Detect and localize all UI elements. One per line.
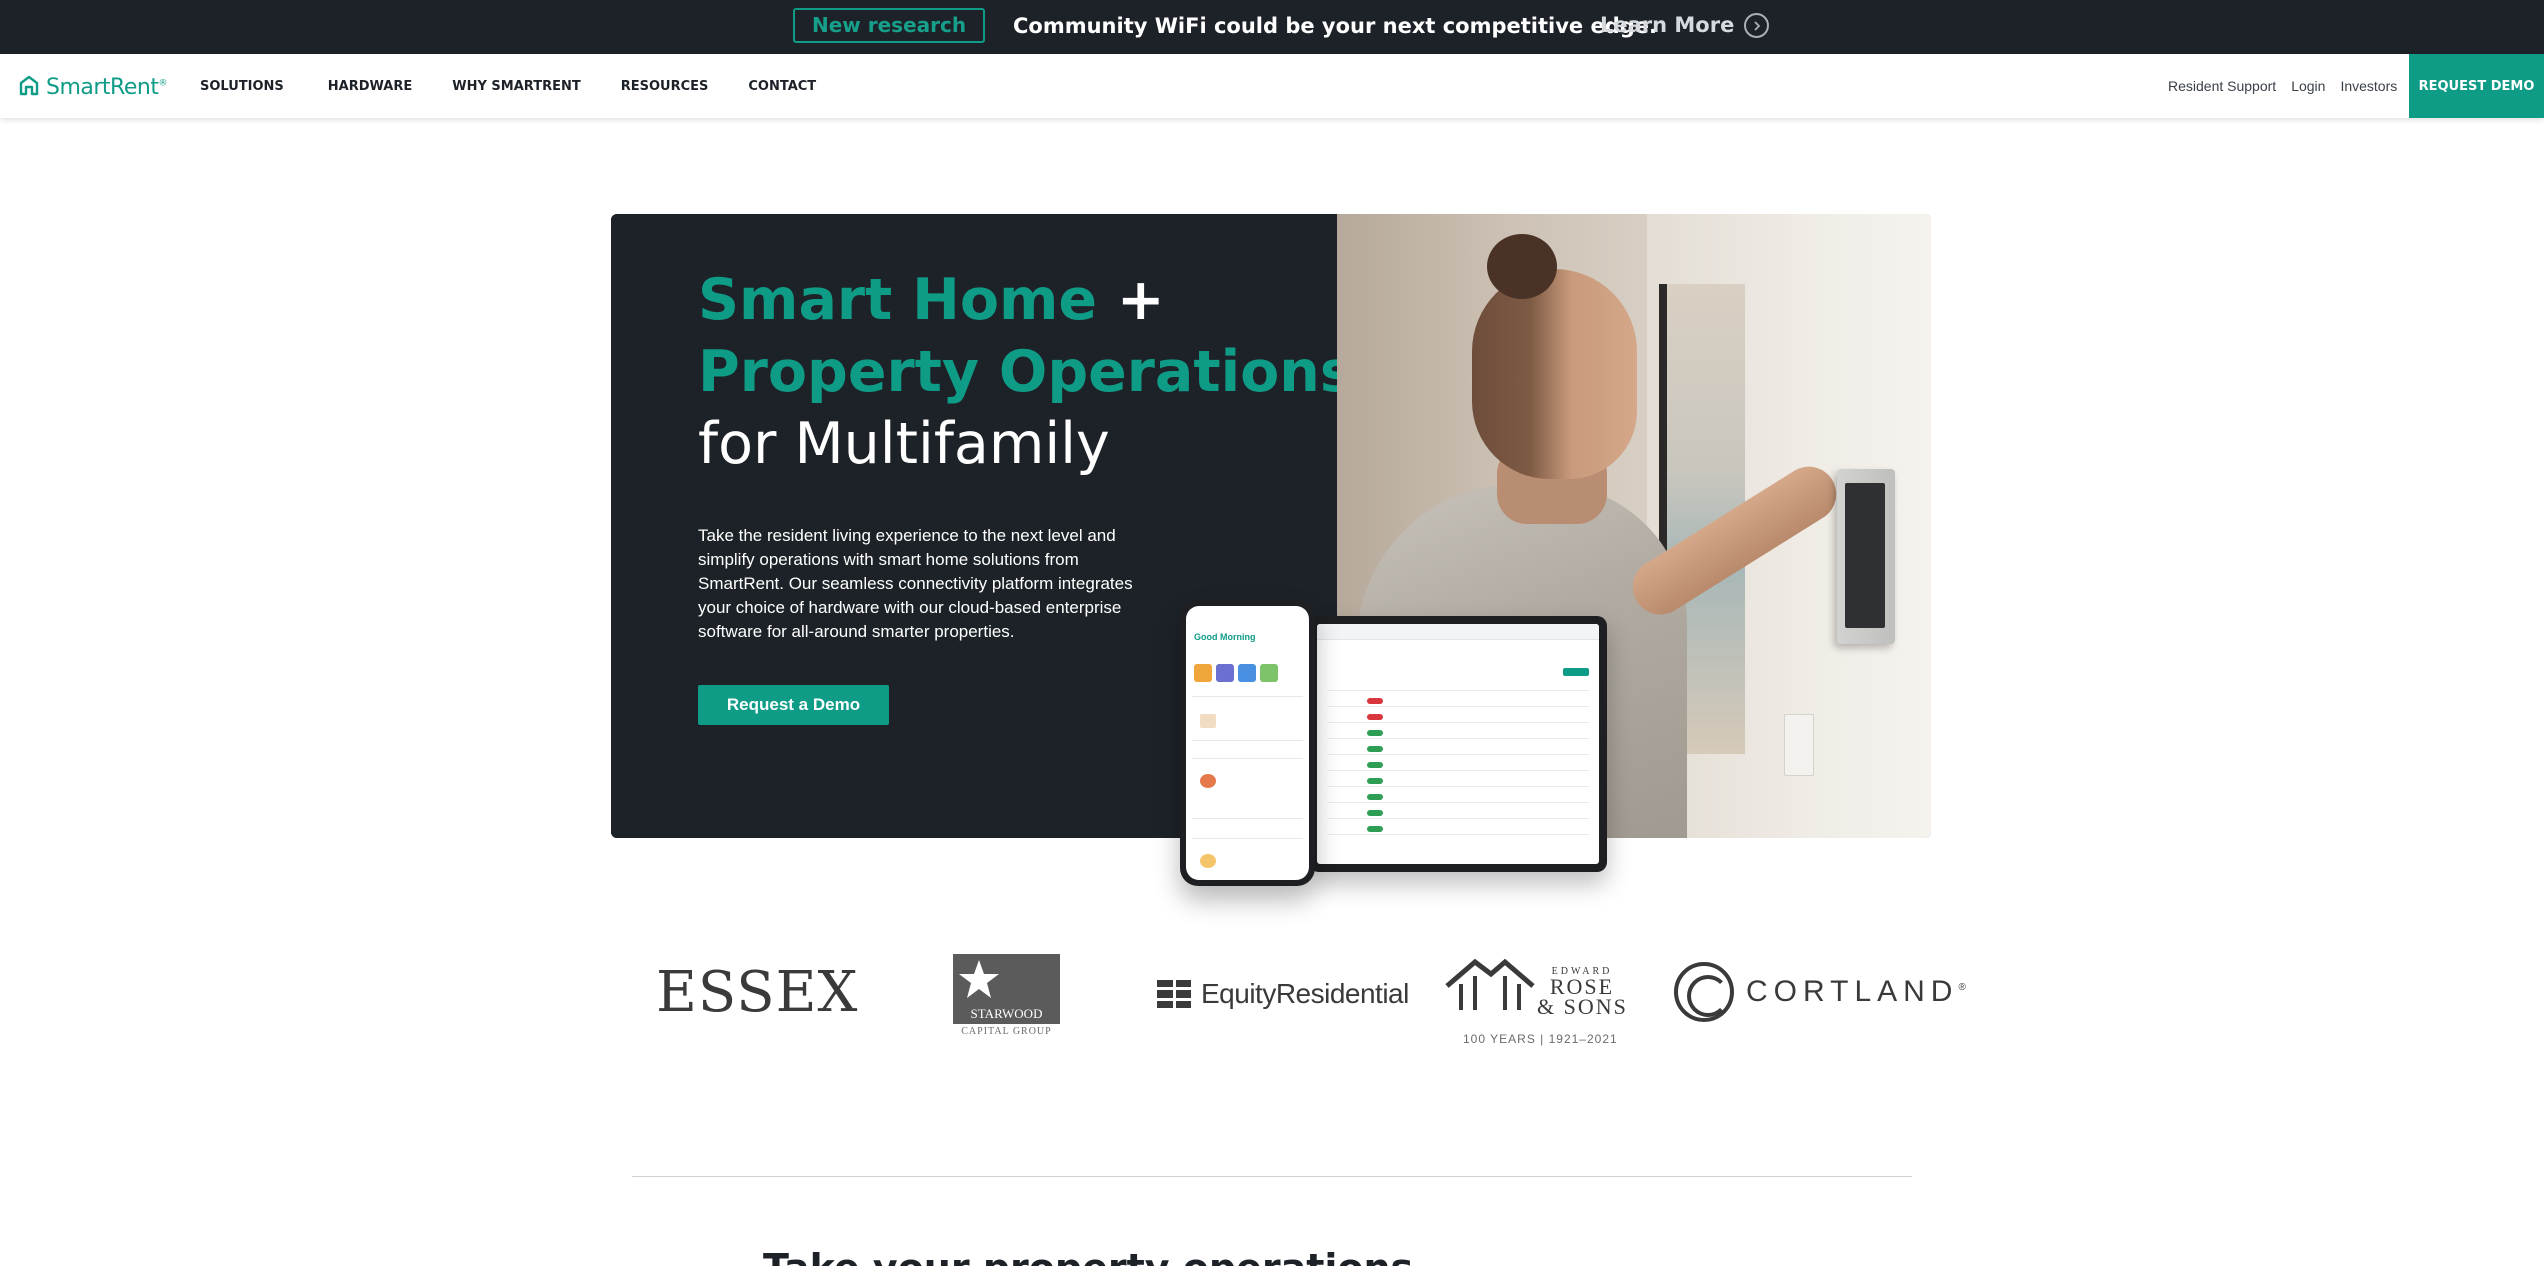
cortland-ring-icon [1674, 962, 1734, 1022]
nav-hardware[interactable]: HARDWARE [328, 79, 412, 94]
edward-rose-logo: EDWARD ROSE & SONS 100 YEARS | 1921–2021 [1445, 954, 1630, 1046]
nav-why-smartrent[interactable]: WHY SMARTRENT [452, 79, 580, 94]
nav-solutions[interactable]: SOLUTIONS [200, 79, 284, 94]
laptop-mockup [1309, 616, 1607, 872]
chevron-right-icon [1744, 13, 1770, 38]
edward-rose-years: 100 YEARS | 1921–2021 [1463, 1032, 1618, 1046]
hero-request-demo-button[interactable]: Request a Demo [698, 685, 889, 725]
new-research-badge[interactable]: New research [793, 8, 986, 43]
photo-wall-outlet [1784, 714, 1814, 776]
cortland-text: CORTLAND [1746, 975, 1959, 1008]
cortland-registered-mark: ® [1958, 982, 1966, 993]
resident-support-link[interactable]: Resident Support [2168, 78, 2276, 94]
learn-more-link[interactable]: Learn More [1600, 12, 1770, 39]
cortland-logo: CORTLAND® [1674, 962, 1966, 1022]
starwood-logo: STARWOOD [953, 954, 1060, 1024]
smartrent-logo[interactable]: SmartRent® [18, 70, 167, 104]
house-logo-icon [18, 74, 40, 101]
brand-name: SmartRent [46, 74, 159, 100]
hero-title-accent-1: Smart Home [698, 267, 1098, 333]
phone-screen: Good Morning [1186, 606, 1309, 880]
section-divider [632, 1176, 1912, 1177]
edward-rose-wordmark: EDWARD ROSE & SONS [1537, 966, 1628, 1019]
photo-person-hair [1487, 234, 1557, 299]
hero-title-accent-2: Property Operations [698, 339, 1354, 405]
equity-mark-icon [1157, 980, 1191, 1008]
hero-title: Smart Home + Property Operations for Mul… [698, 264, 1354, 480]
primary-nav-links: SOLUTIONS HARDWARE WHY SMARTRENT RESOURC… [200, 54, 816, 118]
house-outline-icon [1445, 958, 1535, 1010]
nav-contact[interactable]: CONTACT [748, 79, 816, 94]
starwood-logo-subtext: CAPITAL GROUP [961, 1026, 1052, 1037]
equity-residential-text: EquityResidential [1201, 978, 1409, 1009]
customer-logos: ESSEX STARWOOD CAPITAL GROUP EquityResid… [0, 940, 2544, 1060]
hero-title-plus: + [1097, 267, 1165, 333]
phone-mockup: Good Morning [1180, 600, 1315, 886]
announcement-message: Community WiFi could be your next compet… [1013, 14, 1658, 38]
equity-residential-logo: EquityResidential [1157, 978, 1409, 1010]
starwood-logo-text: STARWOOD [970, 1006, 1043, 1021]
photo-person-head [1472, 269, 1637, 479]
request-demo-button[interactable]: REQUEST DEMO [2409, 54, 2544, 118]
hero-title-line-3: for Multifamily [698, 411, 1110, 477]
utility-links: Resident Support Login Investors [2168, 54, 2397, 118]
nav-resources[interactable]: RESOURCES [621, 79, 709, 94]
next-section-heading: Take your property operations [763, 1246, 1413, 1266]
edward-rose-bottom: & SONS [1537, 994, 1628, 1019]
learn-more-label: Learn More [1600, 13, 1735, 37]
photo-thermostat [1837, 469, 1895, 644]
announcement-bar: New research Community WiFi could be you… [0, 0, 2544, 54]
essex-logo: ESSEX [656, 960, 859, 1025]
hero-description: Take the resident living experience to t… [698, 526, 1133, 641]
star-icon [959, 960, 999, 998]
investors-link[interactable]: Investors [2340, 78, 2397, 94]
phone-greeting: Good Morning [1194, 632, 1256, 642]
login-link[interactable]: Login [2291, 78, 2325, 94]
laptop-screen [1317, 624, 1599, 864]
main-navigation: SmartRent® SOLUTIONS HARDWARE WHY SMARTR… [0, 54, 2544, 118]
brand-registered-mark: ® [158, 78, 167, 89]
